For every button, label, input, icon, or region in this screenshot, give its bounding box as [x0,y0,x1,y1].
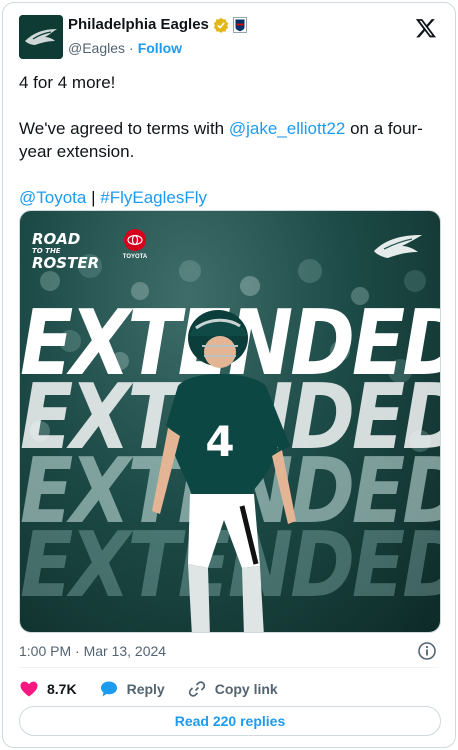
tweet-pipe: | [86,188,101,207]
tweet-media-image[interactable]: ROAD TO THE ROSTER TOYOTA EXTENDED EXTEN… [19,210,441,633]
tweet-actions: 8.7K Reply Copy link [19,679,300,699]
reply-bubble-icon [100,681,117,697]
nfl-affiliate-icon [232,16,247,33]
heart-icon [20,681,38,697]
tweet-text: 4 for 4 more! We've agreed to terms with… [19,71,441,232]
tweet-line-2: We've agreed to terms with @jake_elliott… [19,117,441,163]
follow-button[interactable]: Follow [138,40,182,56]
badge-line-3: ROSTER [32,254,100,272]
author-name[interactable]: Philadelphia Eagles [68,16,209,33]
copy-link-label: Copy link [214,681,278,697]
player-figure: 4 [152,310,296,632]
badge-line-1: ROAD [32,230,81,248]
author-name-row[interactable]: Philadelphia Eagles [68,16,247,33]
handle-separator: · [129,40,134,56]
road-to-roster-badge: ROAD TO THE ROSTER [32,231,99,271]
author-handle[interactable]: @Eagles [68,40,125,56]
tweet-card: Philadelphia Eagles @Eagles · Follow 4 f… [2,2,456,748]
like-count: 8.7K [47,681,77,697]
like-button[interactable]: 8.7K [19,679,77,699]
toyota-logo-icon [124,229,146,251]
avatar[interactable] [19,15,63,59]
jersey-number: 4 [205,417,234,466]
toyota-label: TOYOTA [122,254,148,260]
x-logo-icon[interactable] [415,17,437,39]
mention-jake-elliott[interactable]: @jake_elliott22 [229,119,346,138]
read-replies-button[interactable]: Read 220 replies [19,706,441,736]
handle-row: @Eagles · Follow [68,40,182,56]
verified-badge-icon [213,17,229,33]
eagles-logo-icon [372,229,424,263]
info-icon[interactable] [417,641,437,661]
tweet-line-3: @Toyota | #FlyEaglesFly [19,186,441,209]
tweet-line-2-prefix: We've agreed to terms with [19,119,229,138]
link-chain-icon [188,681,205,697]
toyota-sponsor: TOYOTA [118,229,152,260]
mention-toyota[interactable]: @Toyota [19,188,86,207]
tweet-line-1: 4 for 4 more! [19,73,116,92]
copy-link-button[interactable]: Copy link [187,679,278,699]
reply-label: Reply [126,681,165,697]
hashtag-fly-eagles-fly[interactable]: #FlyEaglesFly [100,188,207,207]
divider [19,667,439,668]
tweet-timestamp[interactable]: 1:00 PM · Mar 13, 2024 [19,643,166,659]
reply-button[interactable]: Reply [99,679,165,699]
